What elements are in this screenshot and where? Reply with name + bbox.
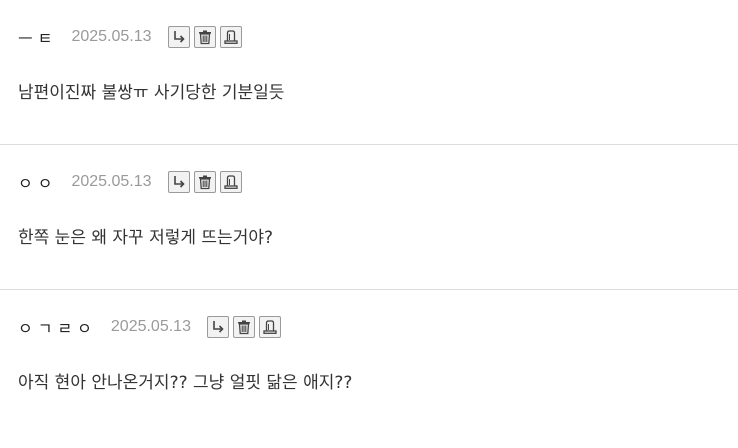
comment-actions: [167, 171, 242, 193]
delete-button[interactable]: [232, 316, 255, 338]
comment-list: ㅡㅌ 2025.05.13 남편이진짜 불쌍ㅠ 사기당한 기분일듯 ㅇㅇ 202…: [0, 0, 738, 435]
comment-meta: ㅇㄱㄹㅇ 2025.05.13: [18, 314, 281, 340]
comment-item: ㅡㅌ 2025.05.13 남편이진짜 불쌍ㅠ 사기당한 기분일듯: [0, 0, 738, 145]
report-icon: [223, 175, 238, 189]
comment-author: ㅇㅇ: [18, 174, 58, 193]
delete-icon: [198, 30, 211, 45]
delete-icon: [237, 320, 250, 335]
comment-date: 2025.05.13: [71, 173, 152, 190]
comment-text: 아직 현아 안나온거지?? 그냥 얼핏 닮은 애지??: [18, 373, 353, 393]
reply-button[interactable]: [167, 26, 190, 48]
reply-button[interactable]: [167, 171, 190, 193]
comment-item: ㅇㄱㄹㅇ 2025.05.13 아직 현아 안나온거지?? 그냥 얼핏 닮은 애…: [0, 290, 738, 435]
comment-author: ㅇㄱㄹㅇ: [18, 319, 97, 338]
comment-actions: [167, 26, 242, 48]
comment-meta: ㅇㅇ 2025.05.13: [18, 169, 242, 195]
delete-icon: [198, 175, 211, 190]
report-button[interactable]: [219, 171, 242, 193]
delete-button[interactable]: [193, 26, 216, 48]
report-icon: [223, 30, 238, 44]
reply-icon: [173, 31, 185, 43]
comment-author: ㅡㅌ: [18, 29, 58, 48]
comment-text: 한쪽 눈은 왜 자꾸 저렇게 뜨는거야?: [18, 228, 274, 248]
reply-icon: [173, 176, 185, 188]
reply-icon: [213, 321, 224, 333]
report-button[interactable]: [219, 26, 242, 48]
comment-actions: [206, 316, 281, 338]
comment-date: 2025.05.13: [110, 318, 191, 335]
delete-button[interactable]: [193, 171, 216, 193]
comment-meta: ㅡㅌ 2025.05.13: [18, 24, 242, 50]
reply-button[interactable]: [206, 316, 229, 338]
report-button[interactable]: [258, 316, 281, 338]
comment-item: ㅇㅇ 2025.05.13 한쪽 눈은 왜 자꾸 저렇게 뜨는거야?: [0, 145, 738, 290]
report-icon: [263, 320, 277, 334]
comment-text: 남편이진짜 불쌍ㅠ 사기당한 기분일듯: [18, 83, 285, 103]
comment-date: 2025.05.13: [71, 28, 152, 45]
